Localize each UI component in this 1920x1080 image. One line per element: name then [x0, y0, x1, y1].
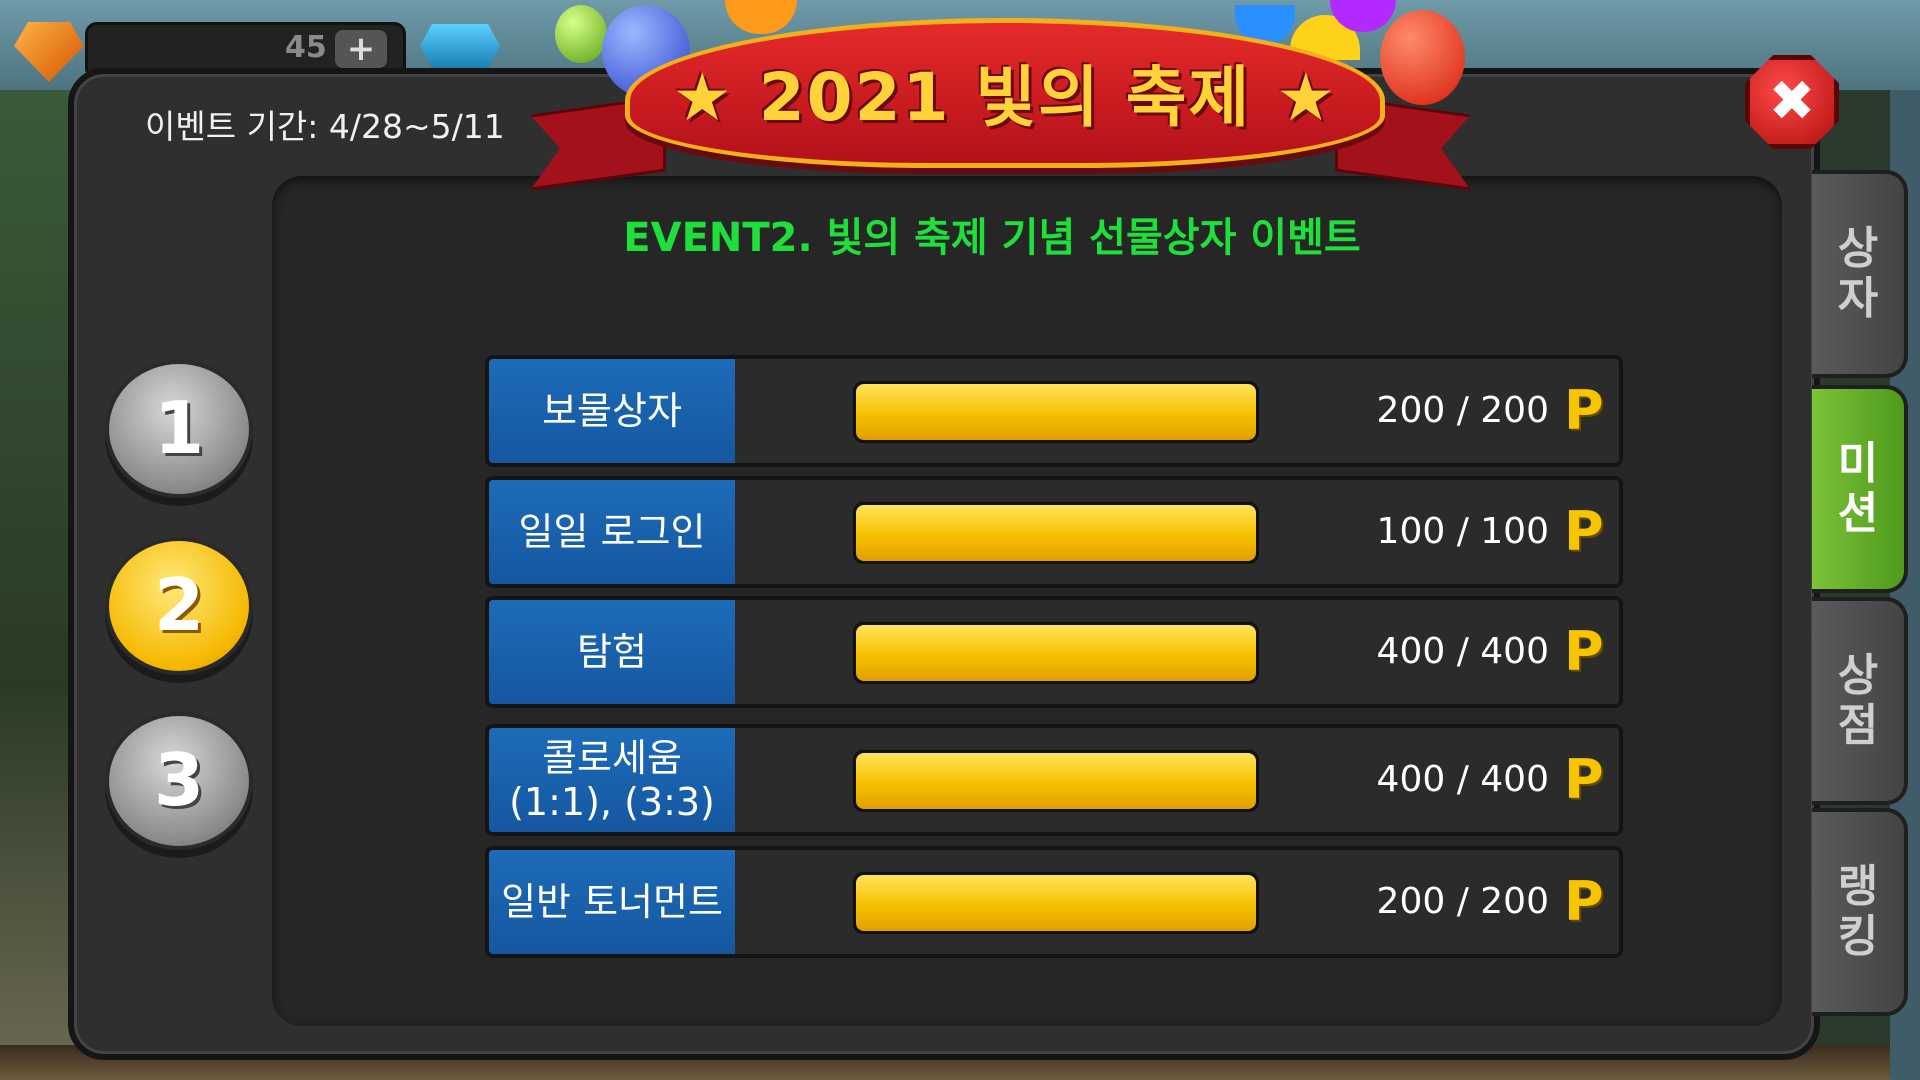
add-currency-button[interactable]: + [335, 30, 387, 68]
balloon-icon [1380, 10, 1465, 105]
points-icon: P [1564, 379, 1604, 442]
points-icon: P [1564, 620, 1604, 683]
event-3-button[interactable]: 3 [105, 712, 253, 850]
points-icon: P [1564, 870, 1604, 933]
tab-box[interactable]: 상 자 [1812, 170, 1908, 378]
mission-points: 200 / 200 [1376, 390, 1549, 431]
event-subtitle: EVENT2. 빛의 축제 기념 선물상자 이벤트 [623, 215, 1361, 261]
mission-name: 콜로세움 (1:1), (3:3) [489, 728, 735, 832]
event-2-button[interactable]: 2 [105, 537, 253, 675]
progress-bar [853, 622, 1259, 684]
progress-bar [853, 381, 1259, 443]
progress-bar [853, 750, 1259, 812]
mission-name: 일반 토너먼트 [489, 850, 735, 954]
event-period: 이벤트 기간: 4/28~5/11 [145, 107, 505, 146]
mission-row: 콜로세움 (1:1), (3:3) 400 / 400 P [485, 724, 1623, 836]
currency-count: 45 [285, 30, 327, 65]
mission-points: 400 / 400 [1376, 759, 1549, 800]
mission-name: 보물상자 [489, 359, 735, 463]
balloon-icon [555, 5, 607, 63]
mission-points: 100 / 100 [1376, 511, 1549, 552]
progress-fill [856, 753, 1256, 809]
points-icon: P [1564, 748, 1604, 811]
tab-mission[interactable]: 미 션 [1812, 385, 1908, 593]
mission-row: 일반 토너먼트 200 / 200 P [485, 846, 1623, 958]
blue-gem-icon [420, 24, 500, 68]
progress-fill [856, 505, 1256, 561]
banner-title: ★ 2021 빛의 축제 ★ [672, 59, 1338, 136]
points-icon: P [1564, 500, 1604, 563]
mission-points: 400 / 400 [1376, 631, 1549, 672]
mission-row: 일일 로그인 100 / 100 P [485, 476, 1623, 588]
progress-fill [856, 384, 1256, 440]
progress-bar [853, 872, 1259, 934]
progress-fill [856, 625, 1256, 681]
mission-row: 보물상자 200 / 200 P [485, 355, 1623, 467]
progress-fill [856, 875, 1256, 931]
mission-points: 200 / 200 [1376, 881, 1549, 922]
mission-row: 탐험 400 / 400 P [485, 596, 1623, 708]
progress-bar [853, 502, 1259, 564]
tab-ranking[interactable]: 랭 킹 [1812, 808, 1908, 1016]
event-1-button[interactable]: 1 [105, 360, 253, 498]
tab-shop[interactable]: 상 점 [1812, 597, 1908, 805]
mission-name: 일일 로그인 [489, 480, 735, 584]
mission-name: 탐험 [489, 600, 735, 704]
